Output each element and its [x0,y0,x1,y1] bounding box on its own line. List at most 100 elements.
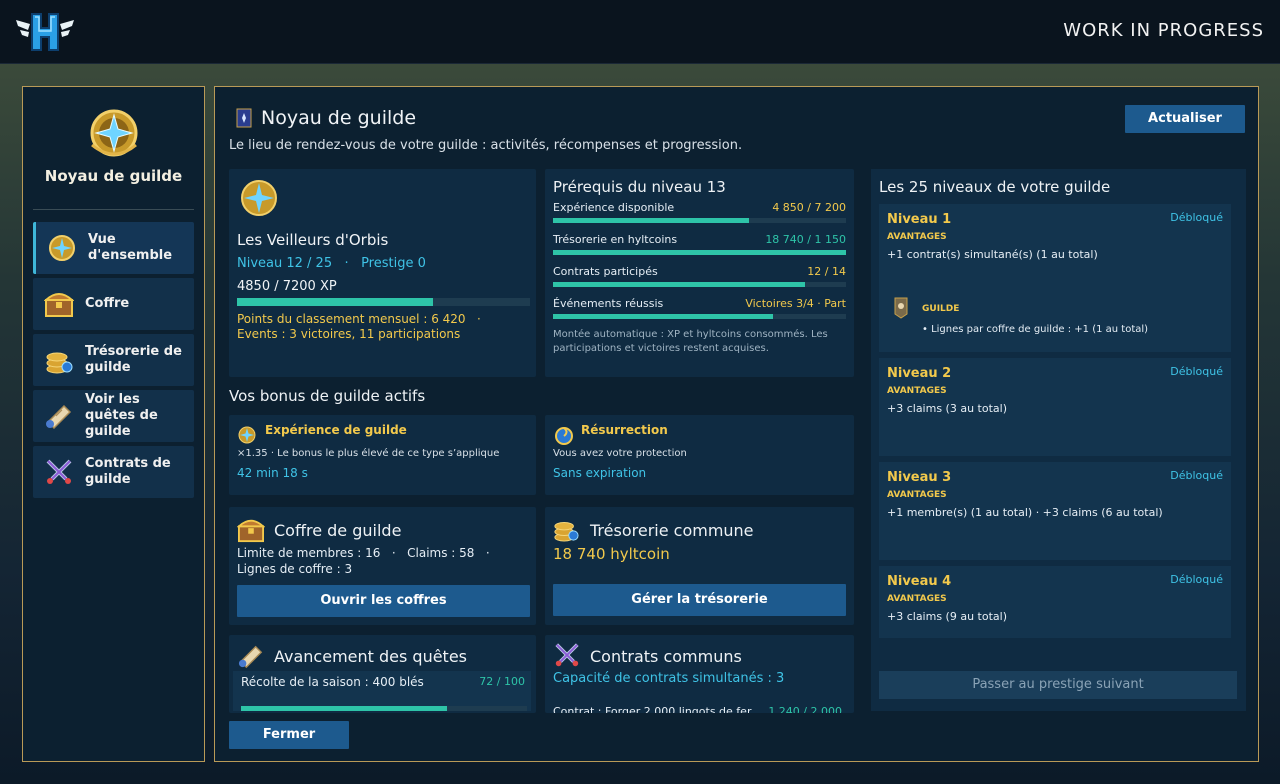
guild-summary-card: Les Veilleurs d'Orbis Niveau 12 / 25 · P… [229,169,536,377]
quest-name: Récolte de la saison : 400 blés [241,675,424,689]
bonus-timer: Sans expiration [553,466,647,480]
emblem-icon [46,232,78,264]
sidebar: Noyau de guilde Vue d'ensemble Coffre Tr… [22,86,205,762]
hyltonia-logo[interactable] [14,10,76,54]
guild-name: Les Veilleurs d'Orbis [237,231,389,249]
coins-icon [43,344,75,376]
prereq-progress-bar [553,282,846,287]
level-name: Niveau 1 [887,212,952,227]
levels-panel: Les 25 niveaux de votre guilde Niveau 1 … [871,169,1246,711]
bonus-timer: 42 min 18 s [237,466,308,480]
contracts-card: Contrats communs Capacité de contrats si… [545,635,854,713]
prereq-progress-fill [553,250,846,255]
prereq-progress-fill [553,282,805,287]
prereq-progress-bar [553,218,846,223]
level-advantages-label: AVANTAGES [887,490,947,500]
page-subtitle: Le lieu de rendez-vous de votre guilde :… [229,138,743,153]
level-name: Niveau 2 [887,366,952,381]
sidebar-item-quests[interactable]: Voir les quêtes de guilde [33,390,194,442]
quest-item[interactable]: Récolte de la saison : 400 blés 72 / 100 [233,671,531,711]
separator-dot: · [336,256,357,271]
level-card-3: Niveau 3 Débloqué AVANTAGES +1 membre(s)… [879,462,1231,560]
quest-progress-value: 72 / 100 [479,675,525,688]
main-panel: Noyau de guilde Le lieu de rendez-vous d… [214,86,1259,762]
level-status: Débloqué [1170,365,1223,378]
prereq-card: Prérequis du niveau 13 Expérience dispon… [545,169,854,377]
level-card-1: Niveau 1 Débloqué AVANTAGES +1 contrat(s… [879,204,1231,352]
sidebar-item-contracts[interactable]: Contrats de guilde [33,446,194,498]
level-advantages-label: AVANTAGES [887,232,947,242]
level-advantage-text: +3 claims (9 au total) [887,610,1007,623]
chest-lines: Lignes de coffre : 3 [237,562,353,576]
quest-progress-bar [241,706,527,711]
guild-level: Niveau 12 / 25 [237,256,333,271]
quests-card: Avancement des quêtes Récolte de la sais… [229,635,536,713]
prereq-note: Montée automatique : XP et hyltcoins con… [553,329,828,354]
open-chests-button[interactable]: Ouvrir les coffres [237,585,530,617]
level-advantage-text: +1 contrat(s) simultané(s) (1 au total) [887,248,1098,261]
level-card-2: Niveau 2 Débloqué AVANTAGES +3 claims (3… [879,358,1231,456]
manage-treasury-button[interactable]: Gérer la trésorerie [553,584,846,616]
contract-name: Contrat : Forger 2 000 lingots de fer [553,705,752,713]
level-status: Débloqué [1170,469,1223,482]
chest-icon [43,288,75,320]
guild-ranking-info: Points du classement mensuel : 6 420 · E… [237,312,532,342]
wip-label: WORK IN PROGRESS [1063,20,1264,41]
level-status: Débloqué [1170,211,1223,224]
sidebar-item-chest[interactable]: Coffre [33,278,194,330]
prereq-label: Expérience disponible [553,201,675,214]
bonuses-title: Vos bonus de guilde actifs [229,387,426,405]
level-advantages-label: AVANTAGES [887,594,947,604]
contract-progress-value: 1 240 / 2 000 [768,705,842,713]
treasury-card: Trésorerie commune 18 740 hyltcoin Gérer… [545,507,854,625]
prereq-value: Victoires 3/4 · Part [745,297,846,310]
sidebar-title: Noyau de guilde [44,167,183,185]
crossed-swords-icon [555,643,579,667]
bonus-name: Expérience de guilde [265,423,407,437]
prereq-label: Trésorerie en hyltcoins [553,233,678,246]
chest-card: Coffre de guilde Limite de membres : 16 … [229,507,536,625]
refresh-button[interactable]: Actualiser [1125,105,1245,133]
separator-dot: · [384,546,404,560]
guild-level-line: Niveau 12 / 25 · Prestige 0 [237,256,426,271]
coins-icon [554,522,579,542]
guild-xp-bar-fill [237,298,434,306]
level-name: Niveau 3 [887,470,952,485]
prereq-progress-bar [553,314,846,319]
scroll-icon [43,400,75,432]
bonus-card-xp: Expérience de guilde ×1.35 · Le bonus le… [229,415,536,495]
sidebar-item-treasury[interactable]: Trésorerie de guilde [33,334,194,386]
close-button[interactable]: Fermer [229,721,349,749]
contracts-title: Contrats communs [590,647,742,666]
level-advantages-label: AVANTAGES [887,386,947,396]
sidebar-item-label: Coffre [85,296,130,311]
guild-prestige: Prestige 0 [361,256,426,271]
sidebar-item-label: Vue d'ensemble [88,232,173,263]
guild-events: Events : 3 victoires, 11 participations [237,327,461,341]
prereq-progress-fill [553,314,773,319]
guild-banner-icon [236,108,252,128]
quests-title: Avancement des quêtes [274,647,468,666]
level-status: Débloqué [1170,573,1223,586]
prereq-label: Contrats participés [553,265,658,278]
bonus-desc: Vous avez votre protection [553,448,687,459]
contracts-capacity: Capacité de contrats simultanés : 3 [553,671,785,686]
bonus-desc: ×1.35 · Le bonus le plus élevé de ce typ… [237,448,500,459]
next-prestige-button[interactable]: Passer au prestige suivant [879,671,1237,699]
resurrection-icon [555,427,573,445]
prereq-progress-fill [553,218,750,223]
sidebar-divider [33,209,194,210]
page-title: Noyau de guilde [233,107,416,129]
prereq-value: 4 850 / 7 200 [772,201,846,214]
chest-claims: Claims : 58 [407,546,475,560]
sidebar-item-label: Contrats de guilde [85,456,171,487]
sidebar-item-overview[interactable]: Vue d'ensemble [33,222,194,274]
level-subsection-text: • Lignes par coffre de guilde : +1 (1 au… [922,324,1149,335]
top-bar: WORK IN PROGRESS [0,0,1280,64]
separator-dot: · [478,546,490,560]
guild-xp-bar [237,298,530,306]
level-name: Niveau 4 [887,574,952,589]
bonus-card-resurrection: Résurrection Vous avez votre protection … [545,415,854,495]
scroll-icon [238,645,263,669]
crossed-swords-icon [43,456,75,488]
